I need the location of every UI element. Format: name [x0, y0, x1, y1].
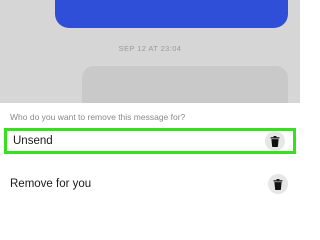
unsend-option[interactable]: Unsend: [4, 128, 296, 154]
unsend-label: Unsend: [13, 135, 53, 147]
conversation-area: SEP 12 AT 23:04: [0, 0, 300, 126]
sheet-prompt: Who do you want to remove this message f…: [10, 112, 186, 122]
remove-for-you-label: Remove for you: [10, 178, 92, 190]
sent-message-bubble[interactable]: [55, 0, 288, 28]
messenger-screen: SEP 12 AT 23:04 Who do you want to remov…: [0, 0, 300, 200]
message-timestamp: SEP 12 AT 23:04: [118, 44, 182, 53]
trash-icon: [268, 174, 288, 194]
remove-message-sheet: Who do you want to remove this message f…: [0, 103, 300, 200]
trash-icon: [265, 131, 285, 151]
remove-for-you-option[interactable]: Remove for you: [4, 171, 296, 197]
